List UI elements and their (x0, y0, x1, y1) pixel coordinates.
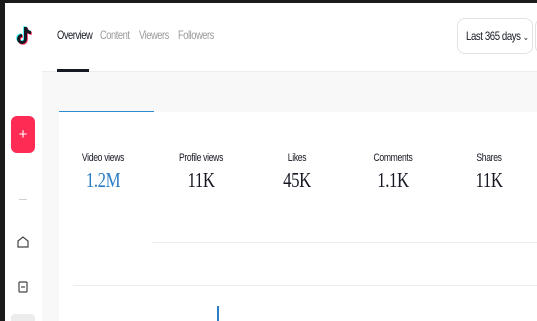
date-range-label: Last 365 days ⌄ (466, 29, 529, 43)
left-sidebar: + (5, 3, 43, 321)
metric-shares[interactable]: Shares 11K (449, 152, 529, 193)
metric-label: Likes (287, 152, 307, 164)
metric-label: Video views (81, 152, 125, 164)
metric-label: Comments (373, 152, 413, 164)
home-icon[interactable] (15, 234, 31, 250)
metric-comments[interactable]: Comments 1.1K (353, 152, 433, 193)
metric-profile-views[interactable]: Profile views 11K (161, 152, 241, 193)
chevron-down-icon: ⌄ (522, 32, 529, 42)
metric-label: Profile views (178, 152, 224, 164)
app-window: + Overview Content Viewers Followers Las… (0, 0, 537, 321)
analytics-header: Overview Content Viewers Followers Last … (42, 3, 537, 72)
tiktok-logo-icon[interactable] (13, 25, 33, 47)
metrics-card: Video views 1.2M Profile views 11K Likes… (59, 112, 537, 321)
metric-video-views[interactable]: Video views 1.2M (63, 152, 143, 193)
tab-overview[interactable]: Overview (57, 28, 93, 42)
tab-content[interactable]: Content (100, 28, 130, 42)
metric-value: 1.1K (377, 168, 409, 192)
tab-followers[interactable]: Followers (178, 28, 214, 42)
metric-value: 11K (475, 168, 503, 192)
tab-viewers[interactable]: Viewers (139, 28, 169, 42)
metric-value: 45K (283, 168, 311, 192)
date-range-dropdown[interactable]: Last 365 days ⌄ (457, 18, 533, 54)
main-content: Overview Content Viewers Followers Last … (42, 3, 537, 321)
create-post-button[interactable]: + (11, 116, 35, 153)
metric-likes[interactable]: Likes 45K (257, 152, 337, 193)
active-tab-indicator (57, 69, 89, 72)
sidebar-divider (19, 199, 27, 200)
content-icon[interactable] (15, 279, 31, 295)
chart-top-divider (73, 285, 537, 286)
metric-value: 11K (187, 168, 215, 192)
chart-hover-marker (217, 306, 219, 321)
metrics-divider (152, 242, 537, 243)
metric-value: 1.2M (85, 168, 121, 192)
sidebar-more-button[interactable] (11, 314, 35, 321)
metric-label: Shares (476, 152, 502, 164)
